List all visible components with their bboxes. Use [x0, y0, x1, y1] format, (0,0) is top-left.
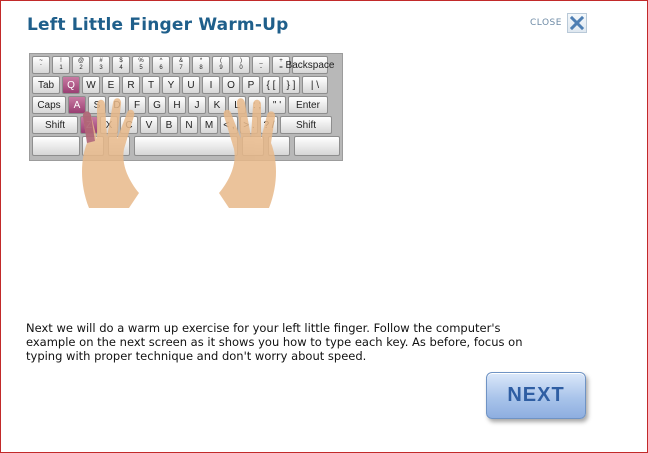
key-7: & 7 [172, 56, 190, 74]
key-modifier [82, 136, 104, 156]
key-modifier [294, 136, 340, 156]
keyboard-illustration: ~ `! 1 @2 #3 $4% 5 ^ 6 & 7 * 8(9) 0 _ - + = Backspace Tab Q W… [29, 53, 343, 161]
key-k: K [208, 96, 226, 114]
key-caps: Caps [32, 96, 66, 114]
key-s: S [88, 96, 106, 114]
key-8: * 8 [192, 56, 210, 74]
key-h: H [168, 96, 186, 114]
key-f: F [128, 96, 146, 114]
key-2: @2 [72, 56, 90, 74]
key-modifier [108, 136, 130, 156]
key-r: R [122, 76, 140, 94]
key-n: N [180, 116, 198, 134]
key-: : ; [248, 96, 266, 114]
key-5: % 5 [132, 56, 150, 74]
instructions-text: Next we will do a warm up exercise for y… [26, 321, 523, 363]
key-: _ - [252, 56, 270, 74]
key-j: J [188, 96, 206, 114]
key-shift: Shift [280, 116, 332, 134]
key-spacebar [134, 136, 238, 156]
key-m: M [200, 116, 218, 134]
key-4: $4 [112, 56, 130, 74]
key-g: G [148, 96, 166, 114]
key-o: O [222, 76, 240, 94]
key-v: V [140, 116, 158, 134]
key-: > . [240, 116, 258, 134]
key-y: Y [162, 76, 180, 94]
key-w: W [82, 76, 100, 94]
key-: { [ [262, 76, 280, 94]
key-6: ^ 6 [152, 56, 170, 74]
key-modifier [268, 136, 290, 156]
key-tab: Tab [32, 76, 60, 94]
key-shift: Shift [32, 116, 78, 134]
close-icon[interactable] [566, 13, 587, 33]
key-z: Z [80, 116, 98, 134]
key-a: A [68, 96, 86, 114]
key-1: ! 1 [52, 56, 70, 74]
key-q: Q [62, 76, 80, 94]
next-button[interactable]: NEXT [486, 372, 586, 419]
key-e: E [102, 76, 120, 94]
key-i: I [202, 76, 220, 94]
key-l: L [228, 96, 246, 114]
key-b: B [160, 116, 178, 134]
key-backspace: Backspace [286, 56, 334, 74]
key-t: T [142, 76, 160, 94]
key-0: ) 0 [232, 56, 250, 74]
key-modifier [32, 136, 80, 156]
close-label: CLOSE [530, 18, 562, 28]
key-: ~ ` [32, 56, 50, 74]
dialog-frame: Left Little Finger Warm-Up CLOSE ~ `! 1 @2 #… [0, 0, 648, 453]
close-button[interactable]: CLOSE [530, 13, 587, 33]
key-: " ' [268, 96, 286, 114]
key-: ? / [260, 116, 278, 134]
key-: < , [220, 116, 238, 134]
key-: | \ [302, 76, 328, 94]
key-p: P [242, 76, 260, 94]
key-3: #3 [92, 56, 110, 74]
key-enter: Enter [288, 96, 328, 114]
key-: } ] [282, 76, 300, 94]
key-modifier [242, 136, 264, 156]
key-d: D [108, 96, 126, 114]
page-title: Left Little Finger Warm-Up [27, 15, 289, 35]
key-9: (9 [212, 56, 230, 74]
key-x: X [100, 116, 118, 134]
key-u: U [182, 76, 200, 94]
key-c: C [120, 116, 138, 134]
